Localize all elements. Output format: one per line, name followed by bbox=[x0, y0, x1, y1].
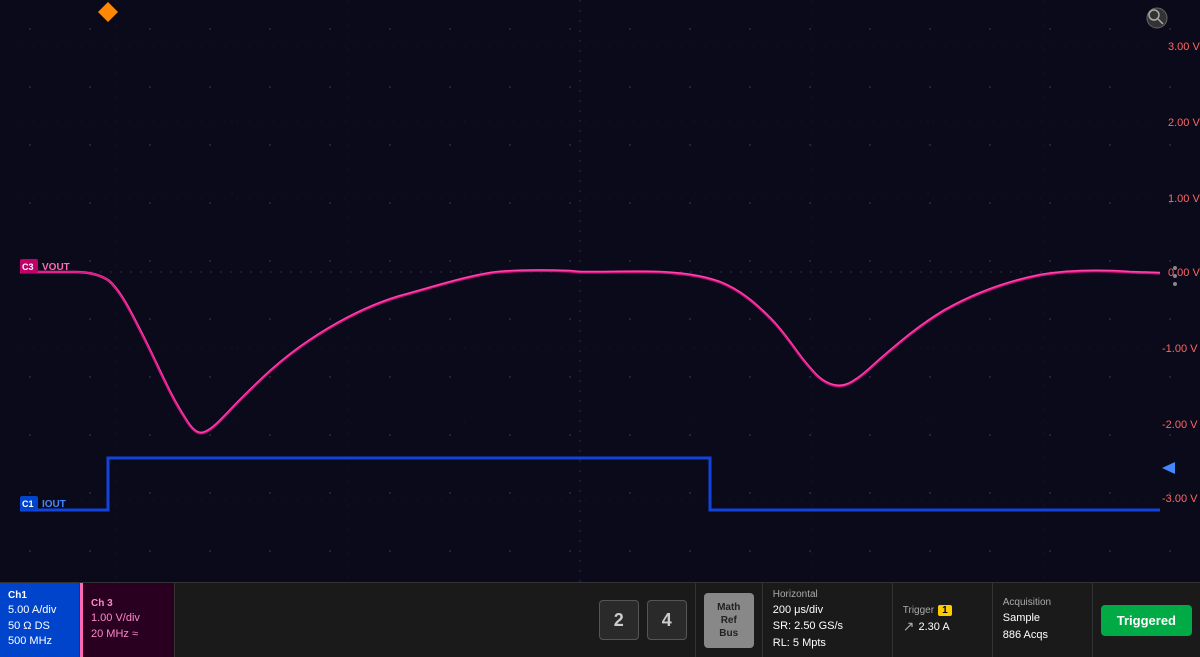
acquisition-value2: 886 Acqs bbox=[1003, 627, 1082, 644]
math-ref-bus-label: MathRefBus bbox=[717, 601, 740, 640]
math-ref-bus-button[interactable]: MathRefBus bbox=[704, 593, 754, 648]
horizontal-value1: 200 μs/div bbox=[773, 602, 882, 619]
trigger-slope-icon: ↗ bbox=[903, 618, 915, 635]
num-btn-container: 2 4 bbox=[591, 583, 696, 657]
horizontal-label: Horizontal bbox=[773, 589, 882, 600]
acquisition-section[interactable]: Acquisition Sample 886 Acqs bbox=[993, 583, 1093, 657]
ch1-label: Ch1 bbox=[8, 590, 71, 601]
ch1-section[interactable]: Ch1 5.00 A/div 50 Ω DS 500 MHz bbox=[0, 583, 80, 657]
horizontal-section[interactable]: Horizontal 200 μs/div SR: 2.50 GS/s RL: … bbox=[763, 583, 893, 657]
svg-text:-2.00 V: -2.00 V bbox=[1162, 419, 1198, 431]
screen-area: 3.00 V 2.00 V 1.00 V 0.00 V -1.00 V -2.0… bbox=[0, 0, 1200, 582]
trigger-value: 2.30 A bbox=[918, 621, 949, 633]
ch3-section[interactable]: Ch 3 1.00 V/div 20 MHz ≈ bbox=[80, 583, 175, 657]
svg-text:T: T bbox=[104, 8, 110, 18]
acquisition-value1: Sample bbox=[1003, 610, 1082, 627]
svg-text:VOUT: VOUT bbox=[42, 262, 70, 273]
math-ref-bus-container: MathRefBus bbox=[696, 583, 763, 657]
trigger-num-badge: 1 bbox=[938, 605, 952, 616]
ch1-value3: 500 MHz bbox=[8, 634, 71, 649]
horizontal-value3: RL: 5 Mpts bbox=[773, 635, 882, 652]
ch3-value2: 20 MHz ≈ bbox=[91, 627, 166, 642]
trigger-text: Trigger bbox=[903, 605, 934, 616]
triggered-button[interactable]: Triggered bbox=[1101, 605, 1192, 636]
svg-text:1.00 V: 1.00 V bbox=[1168, 193, 1200, 205]
svg-text:3.00 V: 3.00 V bbox=[1168, 41, 1200, 53]
svg-text:C1: C1 bbox=[22, 499, 34, 509]
svg-text:-1.00 V: -1.00 V bbox=[1162, 343, 1198, 355]
ch3-label: Ch 3 bbox=[91, 598, 166, 609]
svg-text:2.00 V: 2.00 V bbox=[1168, 117, 1200, 129]
btn-2[interactable]: 2 bbox=[599, 600, 639, 640]
ch3-value1: 1.00 V/div bbox=[91, 611, 166, 626]
oscilloscope: 3.00 V 2.00 V 1.00 V 0.00 V -1.00 V -2.0… bbox=[0, 0, 1200, 657]
horizontal-value2: SR: 2.50 GS/s bbox=[773, 618, 882, 635]
trigger-section[interactable]: Trigger 1 ↗ 2.30 A bbox=[893, 583, 993, 657]
toolbar: Ch1 5.00 A/div 50 Ω DS 500 MHz Ch 3 1.00… bbox=[0, 582, 1200, 657]
ch1-value2: 50 Ω DS bbox=[8, 619, 71, 634]
acquisition-label: Acquisition bbox=[1003, 597, 1082, 608]
toolbar-spacer bbox=[175, 583, 591, 657]
svg-text:0.00 V: 0.00 V bbox=[1168, 267, 1200, 279]
trigger-label: Trigger 1 bbox=[903, 605, 982, 616]
svg-text:-3.00 V: -3.00 V bbox=[1162, 493, 1198, 505]
ch1-value1: 5.00 A/div bbox=[8, 603, 71, 618]
waveform-display: 3.00 V 2.00 V 1.00 V 0.00 V -1.00 V -2.0… bbox=[0, 0, 1200, 582]
btn-4[interactable]: 4 bbox=[647, 600, 687, 640]
svg-text:C3: C3 bbox=[22, 262, 34, 272]
svg-text:IOUT: IOUT bbox=[42, 499, 66, 510]
